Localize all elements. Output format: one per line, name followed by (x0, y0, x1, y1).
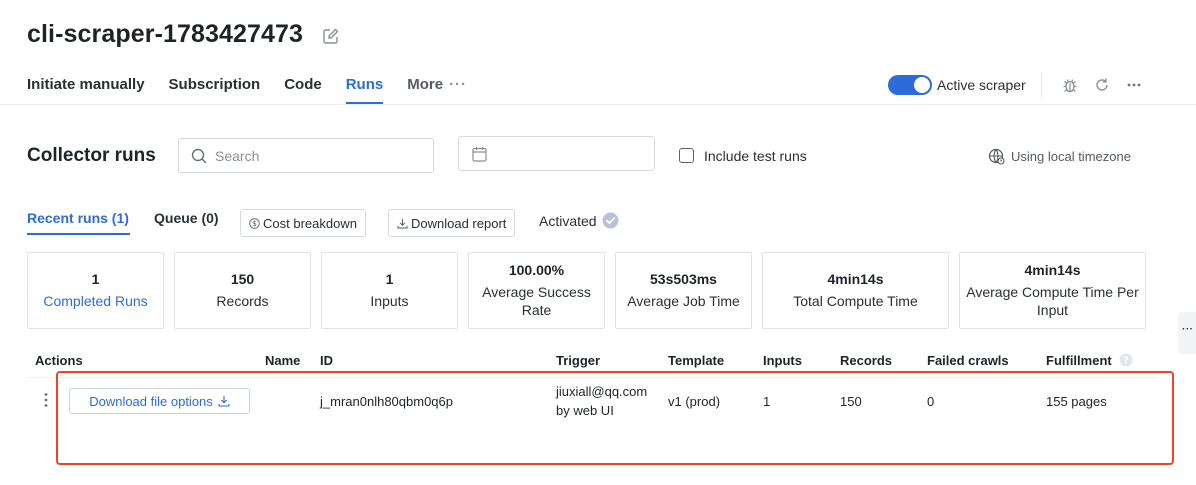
stat-inputs: 1 Inputs (321, 252, 458, 329)
include-test-runs-checkbox[interactable] (679, 148, 694, 163)
more-icon: ··· (449, 76, 468, 93)
stat-total-compute-time: 4min14s Total Compute Time (762, 252, 949, 329)
stat-label: Average Compute Time Per Input (966, 284, 1139, 318)
active-scraper-label: Active scraper (937, 77, 1026, 93)
menu-icon[interactable] (1126, 77, 1142, 93)
date-picker[interactable] (458, 136, 655, 171)
stat-label: Average Job Time (627, 293, 740, 309)
tab-code[interactable]: Code (284, 76, 322, 104)
column-header-trigger[interactable]: Trigger (556, 353, 600, 368)
row-failed-crawls: 0 (927, 394, 935, 409)
dollar-circle-icon: $ (249, 217, 260, 229)
stat-value: 1 (91, 271, 100, 287)
help-icon[interactable]: ? (1119, 353, 1133, 367)
globe-icon (988, 148, 1005, 165)
svg-text:?: ? (1123, 355, 1129, 366)
stat-completed-runs: 1 Completed Runs (27, 252, 164, 329)
kebab-icon[interactable] (44, 392, 48, 408)
tab-queue[interactable]: Queue (0) (154, 210, 219, 226)
edit-icon[interactable] (322, 27, 340, 45)
download-report-button[interactable]: Download report (388, 209, 516, 237)
stat-value: 53s503ms (650, 271, 717, 287)
stat-label: Inputs (370, 293, 409, 309)
refresh-icon[interactable] (1094, 77, 1110, 93)
column-header-id[interactable]: ID (320, 353, 333, 368)
include-test-runs-label: Include test runs (704, 148, 807, 164)
stat-records: 150 Records (174, 252, 311, 329)
column-header-template[interactable]: Template (668, 353, 724, 368)
tab-runs[interactable]: Runs (345, 76, 383, 104)
active-scraper-toggle[interactable] (888, 75, 932, 95)
tab-more-label: More (407, 76, 444, 93)
download-file-options-label: Download file options (89, 393, 213, 409)
column-header-fulfillment[interactable]: Fulfillment (1046, 353, 1112, 368)
stat-label-link[interactable]: Completed Runs (37, 292, 153, 310)
activated-label: Activated (539, 213, 597, 229)
column-header-failed-crawls[interactable]: Failed crawls (927, 353, 1009, 368)
cost-breakdown-label: Cost breakdown (263, 215, 357, 231)
stat-average-job-time: 53s503ms Average Job Time (615, 252, 752, 329)
stat-label: Records (216, 293, 269, 309)
table-header-divider (27, 377, 1156, 378)
download-report-label: Download report (411, 215, 507, 231)
row-id[interactable]: j_mran0nlh80qbm0q6p (320, 392, 453, 411)
download-icon (397, 218, 408, 228)
recent-runs-underline (27, 233, 130, 235)
toggle-knob (914, 77, 930, 93)
download-icon (218, 396, 230, 407)
cost-breakdown-button[interactable]: $ Cost breakdown (240, 209, 366, 237)
ellipsis-icon: ··· (1182, 324, 1194, 335)
column-header-actions: Actions (35, 353, 83, 368)
svg-text:$: $ (252, 219, 257, 228)
header-divider (1041, 72, 1042, 98)
row-trigger-source: by web UI (556, 403, 614, 418)
section-title: Collector runs (27, 145, 156, 166)
tab-initiate-manually[interactable]: Initiate manually (27, 76, 145, 104)
search-box[interactable] (178, 138, 434, 173)
tab-subscription[interactable]: Subscription (169, 76, 261, 104)
stat-value: 4min14s (1024, 262, 1081, 278)
row-trigger-user: jiuxiall@qq.com (556, 384, 648, 399)
timezone-label[interactable]: Using local timezone (1011, 149, 1131, 164)
check-circle-icon (602, 212, 619, 229)
row-fulfillment: 155 pages (1046, 394, 1107, 409)
column-header-inputs[interactable]: Inputs (763, 353, 802, 368)
column-header-name[interactable]: Name (265, 353, 300, 368)
page-title: cli-scraper-1783427473 (27, 20, 304, 48)
search-input[interactable] (215, 139, 425, 172)
row-records: 150 (840, 394, 862, 409)
stat-label: Average Success Rate (482, 284, 591, 318)
stat-average-compute-time-per-input: 4min14s Average Compute Time Per Input (959, 252, 1146, 329)
tab-more[interactable]: More ··· (407, 76, 467, 104)
stat-value: 4min14s (827, 271, 884, 287)
search-icon (191, 148, 207, 164)
tab-recent-runs[interactable]: Recent runs (1) (27, 210, 129, 226)
stat-value: 1 (385, 271, 394, 287)
download-file-options-button[interactable]: Download file options (69, 388, 250, 414)
stat-average-success-rate: 100.00% Average Success Rate (468, 252, 605, 329)
bug-icon[interactable] (1062, 77, 1078, 93)
calendar-icon (472, 147, 487, 162)
row-template: v1 (prod) (668, 394, 721, 409)
stat-label: Total Compute Time (793, 293, 918, 309)
main-tabs: Initiate manually Subscription Code Runs… (27, 76, 491, 104)
stat-value: 150 (230, 271, 255, 287)
row-inputs: 1 (763, 394, 771, 409)
side-panel-handle[interactable]: ··· (1178, 312, 1196, 354)
stat-value: 100.00% (508, 262, 565, 278)
header-divider-line (0, 104, 1196, 105)
column-header-records[interactable]: Records (840, 353, 892, 368)
